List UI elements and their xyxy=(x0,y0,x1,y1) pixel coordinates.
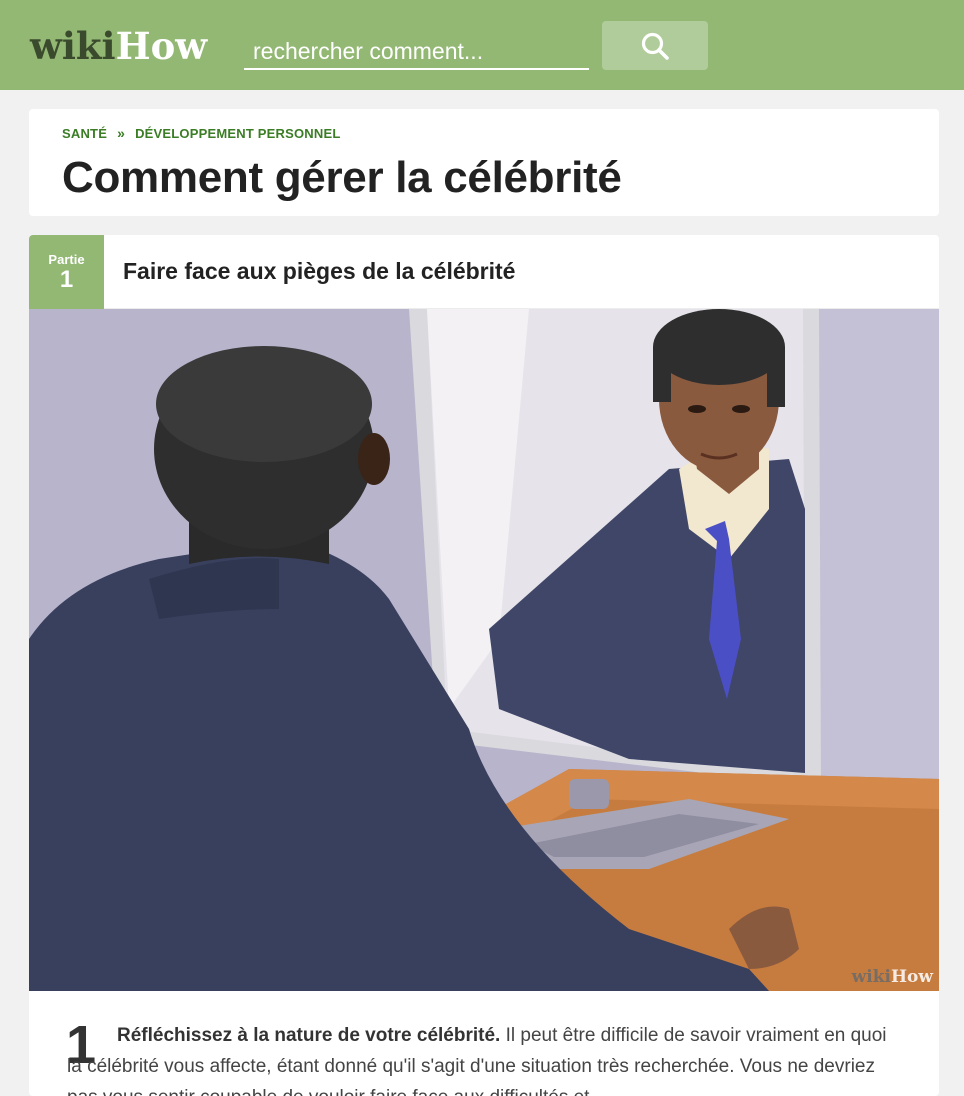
search-button[interactable] xyxy=(602,21,708,70)
step-text: Réfléchissez à la nature de votre célébr… xyxy=(67,1020,887,1096)
step-1: 1 Réfléchissez à la nature de votre célé… xyxy=(29,991,939,1096)
part-number: 1 xyxy=(59,266,74,293)
step-bold-text: Réfléchissez à la nature de votre célébr… xyxy=(117,1025,501,1046)
watermark-wiki: wiki xyxy=(851,967,891,987)
step-illustration[interactable]: wikiHow xyxy=(29,309,939,991)
logo-wiki: wiki xyxy=(30,24,116,68)
breadcrumb: SANTÉ » DÉVELOPPEMENT PERSONNEL xyxy=(62,125,340,141)
wikihow-logo[interactable]: wikiHow xyxy=(30,24,207,68)
part-label: Partie xyxy=(48,252,85,267)
breadcrumb-item-sante[interactable]: SANTÉ xyxy=(62,126,107,141)
part-badge: Partie 1 xyxy=(29,235,104,309)
watermark-how: How xyxy=(890,967,933,987)
part-title: Faire face aux pièges de la célébrité xyxy=(123,258,516,284)
part-section: Partie 1 Faire face aux pièges de la cél… xyxy=(29,235,939,1096)
search-icon xyxy=(641,32,669,60)
man-mirror-illustration xyxy=(29,309,939,991)
logo-how: How xyxy=(115,24,208,68)
search-input[interactable] xyxy=(244,26,589,70)
image-watermark: wikiHow xyxy=(852,967,933,987)
page-title: Comment gérer la célébrité xyxy=(62,153,622,202)
top-bar: wikiHow xyxy=(0,0,964,90)
title-card: SANTÉ » DÉVELOPPEMENT PERSONNEL Comment … xyxy=(29,109,939,216)
breadcrumb-separator: » xyxy=(117,125,126,141)
breadcrumb-item-developpement-personnel[interactable]: DÉVELOPPEMENT PERSONNEL xyxy=(135,126,340,141)
